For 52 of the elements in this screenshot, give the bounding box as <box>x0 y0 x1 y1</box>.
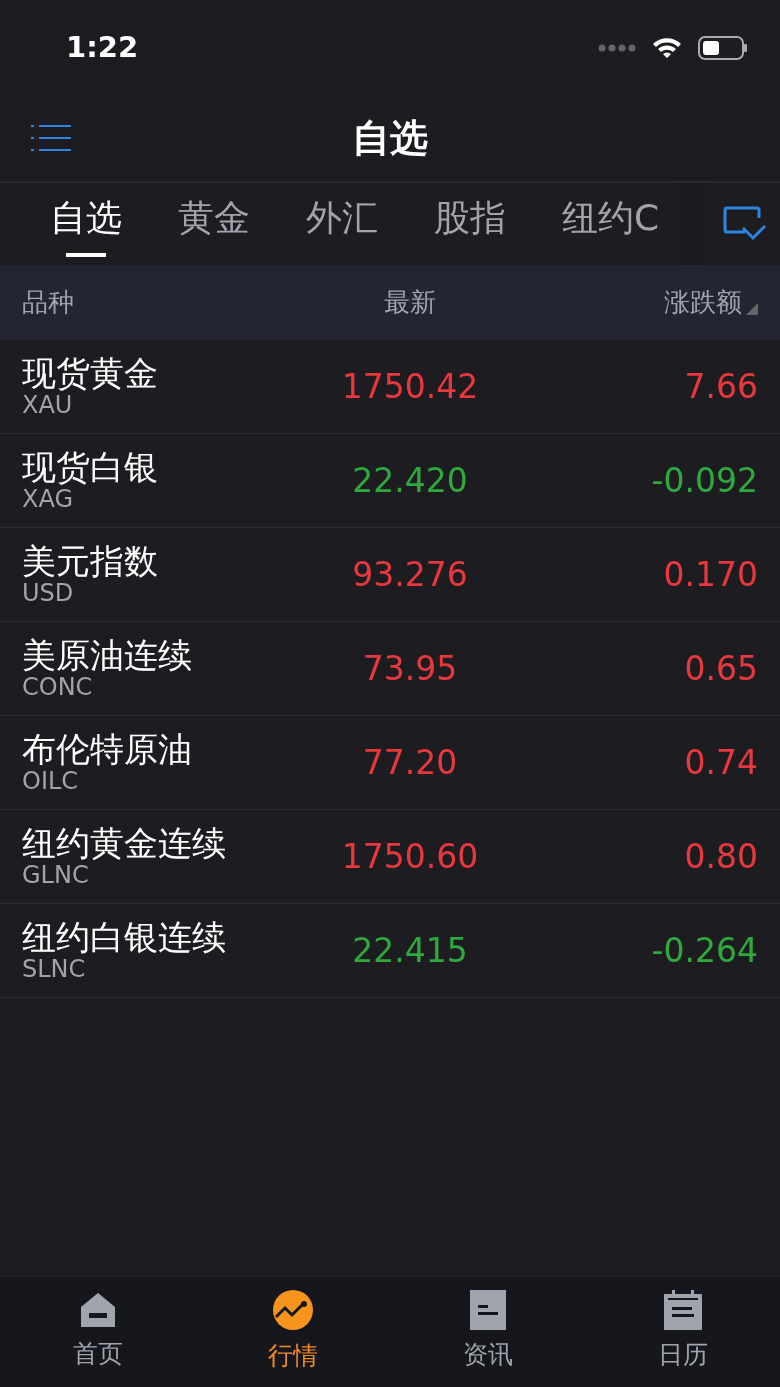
nav-tab[interactable]: 资讯 <box>390 1289 585 1375</box>
instrument-code: XAG <box>22 486 75 513</box>
tab[interactable]: 外汇 <box>306 191 378 257</box>
menu-button[interactable] <box>30 122 72 154</box>
instrument-code: OILC <box>22 768 80 795</box>
instrument-name: 美元指数 <box>22 542 159 580</box>
instrument-name: 纽约黄金连续 <box>22 824 227 862</box>
nav-tab[interactable]: 日历 <box>585 1289 780 1375</box>
column-header[interactable]: 涨跌额 <box>664 283 742 322</box>
sort-icon[interactable] <box>746 302 758 315</box>
tab[interactable]: 黄金 <box>178 191 250 257</box>
column-header: 品种 <box>22 286 75 319</box>
instrument-name: 美原油连续 <box>22 636 193 674</box>
price-change: -0.092 <box>651 460 758 500</box>
column-header: 最新 <box>383 286 437 319</box>
price-change: -0.264 <box>651 930 758 970</box>
line-chart-icon <box>271 1289 314 1332</box>
price-change: 0.74 <box>684 742 758 782</box>
last-price: 77.20 <box>362 742 458 782</box>
last-price: 22.415 <box>352 930 468 970</box>
last-price: 1750.42 <box>341 366 479 406</box>
home-icon <box>78 1291 117 1330</box>
wifi-icon <box>652 36 682 59</box>
last-price: 22.420 <box>352 460 468 500</box>
instrument-name: 现货黄金 <box>22 354 159 392</box>
tab[interactable]: 股指 <box>434 191 506 257</box>
instrument-code: CONC <box>22 674 94 701</box>
instrument-name: 布伦特原油 <box>22 730 193 768</box>
instrument-code: XAU <box>22 392 74 419</box>
instrument-code: SLNC <box>22 956 87 983</box>
page-title: 自选 <box>352 115 428 160</box>
dropdown-icon[interactable] <box>723 206 767 242</box>
price-change: 7.66 <box>684 366 758 406</box>
price-change: 0.65 <box>684 648 758 688</box>
nav-tab[interactable]: 首页 <box>0 1290 195 1374</box>
document-icon <box>469 1290 506 1331</box>
tab[interactable]: 自选 <box>50 191 122 257</box>
instrument-name: 现货白银 <box>22 448 159 486</box>
price-change: 0.170 <box>663 554 758 594</box>
tab[interactable]: 纽约C <box>562 191 660 257</box>
battery-icon <box>698 35 748 60</box>
calendar-icon <box>663 1290 702 1331</box>
instrument-code: USD <box>22 580 75 607</box>
last-price: 1750.60 <box>341 836 479 876</box>
status-time: 1:22 <box>66 28 139 66</box>
instrument-code: GLNC <box>22 862 90 889</box>
last-price: 93.276 <box>352 554 468 594</box>
last-price: 73.95 <box>362 648 458 688</box>
instrument-name: 纽约白银连续 <box>22 918 227 956</box>
price-change: 0.80 <box>684 836 758 876</box>
signal-icon <box>598 43 636 52</box>
nav-tab[interactable]: 行情 <box>195 1288 390 1376</box>
